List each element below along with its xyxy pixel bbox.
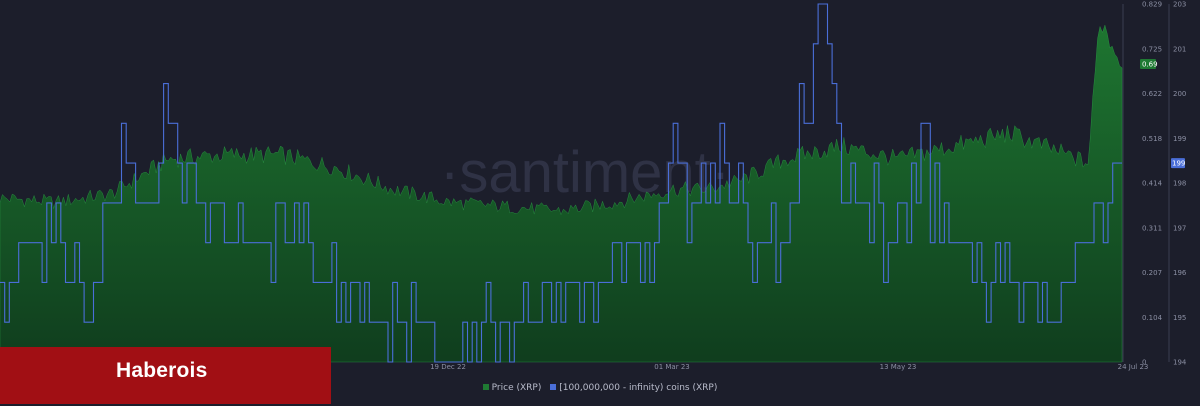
holders-axis-tick: 197 <box>1173 224 1186 232</box>
holders-axis-tick: 199 <box>1173 135 1186 143</box>
price-swatch <box>482 384 489 390</box>
x-axis-label: 13 May 23 <box>880 363 917 371</box>
x-axis-label: 01 Mar 23 <box>654 363 689 371</box>
price-axis-tick: 0.311 <box>1142 224 1162 232</box>
holders-axis-tick: 203 <box>1173 1 1186 9</box>
legend-holders-label: [100,000,000 - infinity) coins (XRP) <box>559 383 718 393</box>
legend-price-label: Price (XRP) <box>491 383 542 393</box>
holders-axis-tick: 194 <box>1173 359 1187 367</box>
legend-item-holders[interactable]: [100,000,000 - infinity) coins (XRP) <box>550 383 717 393</box>
price-axis-tick: 0.725 <box>1142 45 1162 53</box>
price-axis-tick: 0.518 <box>1142 135 1162 143</box>
holders-swatch <box>550 384 557 390</box>
current-price-label: 0.69 <box>1142 61 1158 69</box>
holders-axis-tick: 200 <box>1173 90 1186 98</box>
holders-axis-tick: 198 <box>1173 180 1186 188</box>
price-axis-tick: 0.829 <box>1142 1 1162 9</box>
holders-axis-tick: 196 <box>1173 269 1187 277</box>
brand-banner: Haberois <box>0 347 331 404</box>
price-axis-tick: 0.104 <box>1142 314 1163 322</box>
legend-item-price[interactable]: Price (XRP) <box>482 383 542 393</box>
x-axis-label: 24 Jul 23 <box>1118 363 1149 371</box>
price-axis-tick: 0.414 <box>1142 180 1163 188</box>
current-holders-label: 199 <box>1172 160 1185 168</box>
holders-axis-tick: 195 <box>1173 314 1186 322</box>
chart: ·santiment·0.8290.7250.6220.5180.4140.31… <box>0 1 1187 371</box>
x-axis-label: 19 Dec 22 <box>430 363 466 371</box>
brand-name: Haberois <box>116 359 208 382</box>
price-axis-tick: 0.622 <box>1142 90 1162 98</box>
price-axis-tick: 0.207 <box>1142 269 1162 277</box>
holders-axis-tick: 201 <box>1173 45 1186 53</box>
